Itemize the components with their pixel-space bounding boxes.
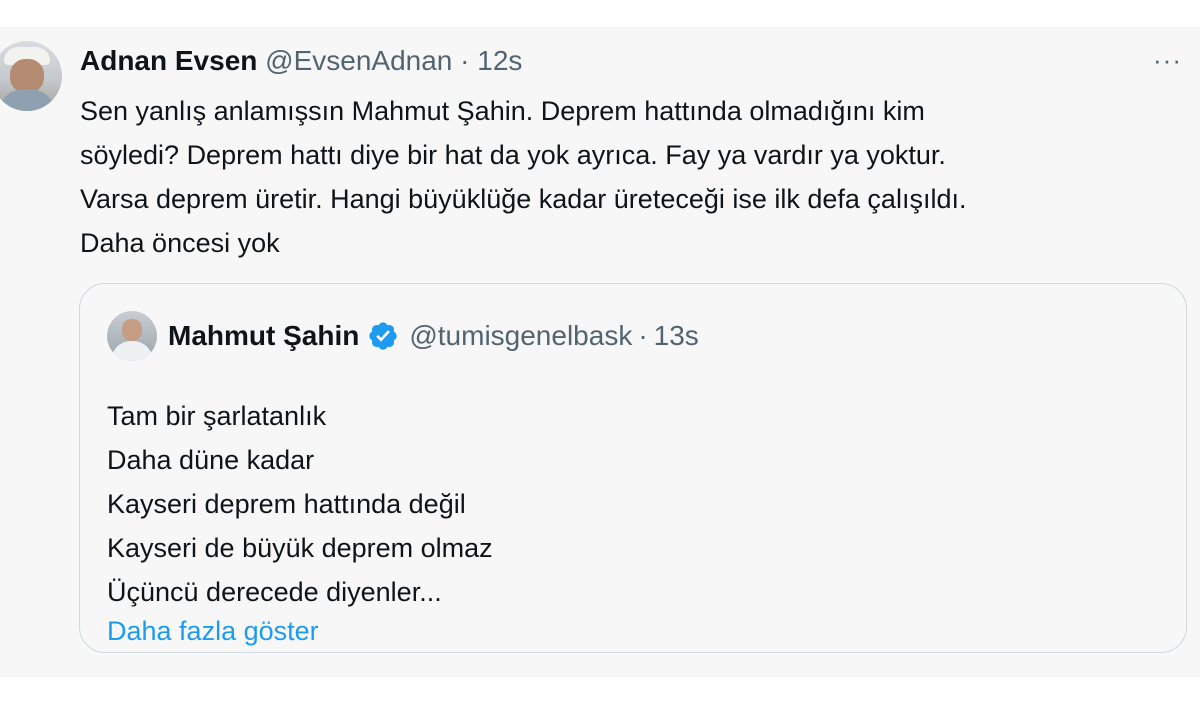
show-more-link[interactable]: Daha fazla göster: [107, 614, 319, 648]
author-name[interactable]: Adnan Evsen: [80, 45, 257, 76]
quoted-text-line: Üçüncü derecede diyenler...: [107, 577, 442, 607]
quoted-tweet[interactable]: Mahmut Şahin @tumisgenelbask · 13s Tam b…: [79, 283, 1187, 653]
tweet-time[interactable]: 12s: [477, 45, 522, 76]
quoted-text-line: Daha düne kadar: [107, 445, 315, 475]
tweet-text: Sen yanlış anlamışsın Mahmut Şahin. Depr…: [80, 89, 1180, 265]
quoted-author-handle[interactable]: @tumisgenelbask: [409, 319, 632, 353]
avatar-body: [0, 89, 56, 111]
quoted-text-line: Tam bir şarlatanlık: [107, 401, 327, 431]
meta-separator: ·: [638, 320, 648, 351]
tweet-text-line: Daha öncesi yok: [80, 228, 280, 258]
quoted-author-name[interactable]: Mahmut Şahin: [168, 319, 359, 353]
more-options-icon[interactable]: ···: [1153, 47, 1182, 73]
verified-badge-icon: [367, 320, 399, 352]
quoted-author-avatar[interactable]: [107, 311, 157, 361]
meta-separator: ·: [460, 45, 470, 76]
quoted-tweet-text: Tam bir şarlatanlık Daha düne kadar Kays…: [107, 394, 493, 614]
tweet-text-line: söyledi? Deprem hattı diye bir hat da yo…: [80, 140, 946, 170]
avatar-body: [111, 341, 153, 361]
author-handle[interactable]: @EvsenAdnan: [265, 45, 452, 76]
quoted-tweet-time[interactable]: 13s: [654, 319, 699, 353]
tweet[interactable]: Adnan Evsen @EvsenAdnan · 12s ··· Sen ya…: [0, 27, 1200, 677]
quoted-tweet-header: Mahmut Şahin @tumisgenelbask · 13s: [168, 319, 699, 353]
quoted-text-line: Kayseri deprem hattında değil: [107, 489, 466, 519]
quoted-text-line: Kayseri de büyük deprem olmaz: [107, 533, 493, 563]
avatar-face: [122, 319, 142, 341]
avatar-face: [10, 59, 44, 93]
tweet-text-line: Sen yanlış anlamışsın Mahmut Şahin. Depr…: [80, 96, 925, 126]
tweet-header: Adnan Evsen @EvsenAdnan · 12s: [80, 44, 522, 78]
author-avatar[interactable]: [0, 41, 62, 111]
tweet-text-line: Varsa deprem üretir. Hangi büyüklüğe kad…: [80, 184, 967, 214]
